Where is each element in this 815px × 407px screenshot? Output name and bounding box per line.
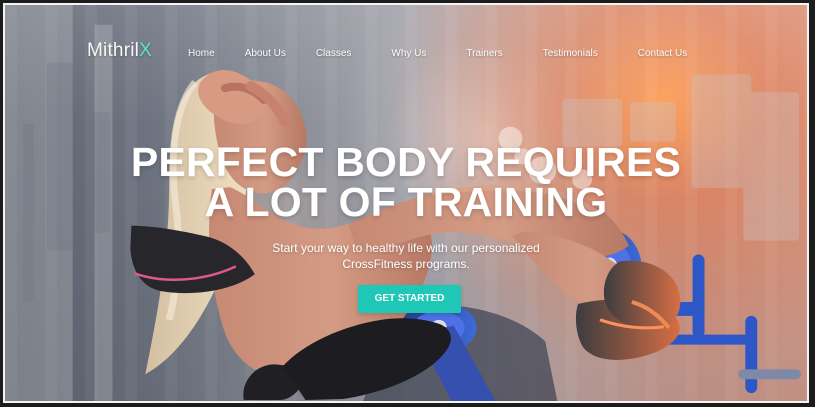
main-navigation: Home About Us Classes Why Us Trainers Te… bbox=[188, 44, 687, 64]
nav-why-us-link[interactable]: Why Us bbox=[391, 44, 426, 64]
hero-title-line-2: A LOT OF TRAINING bbox=[204, 179, 608, 225]
logo-main-text: Mithril bbox=[87, 40, 140, 61]
hero-content: MithrilX Home About Us Classes Why Us Tr… bbox=[5, 5, 807, 401]
nav-home-link[interactable]: Home bbox=[188, 44, 215, 64]
get-started-button[interactable]: GET STARTED bbox=[358, 285, 461, 313]
nav-about-us-link[interactable]: About Us bbox=[245, 44, 286, 64]
hero-title-line-1: PERFECT BODY REQUIRES bbox=[130, 139, 682, 185]
hero-banner: MithrilX Home About Us Classes Why Us Tr… bbox=[3, 3, 809, 403]
nav-trainers-link[interactable]: Trainers bbox=[466, 44, 502, 64]
hero-subtitle-line-2: CrossFitness programs. bbox=[342, 257, 470, 271]
hero-subtitle: Start your way to healthy life with our … bbox=[5, 240, 807, 272]
hero-subtitle-line-1: Start your way to healthy life with our … bbox=[272, 241, 540, 255]
logo-accent-text: X bbox=[139, 40, 152, 61]
nav-testimonials-link[interactable]: Testimonials bbox=[543, 44, 598, 64]
nav-contact-us-link[interactable]: Contact Us bbox=[638, 44, 687, 64]
site-logo[interactable]: MithrilX bbox=[87, 40, 152, 62]
nav-classes-link[interactable]: Classes bbox=[316, 44, 352, 64]
